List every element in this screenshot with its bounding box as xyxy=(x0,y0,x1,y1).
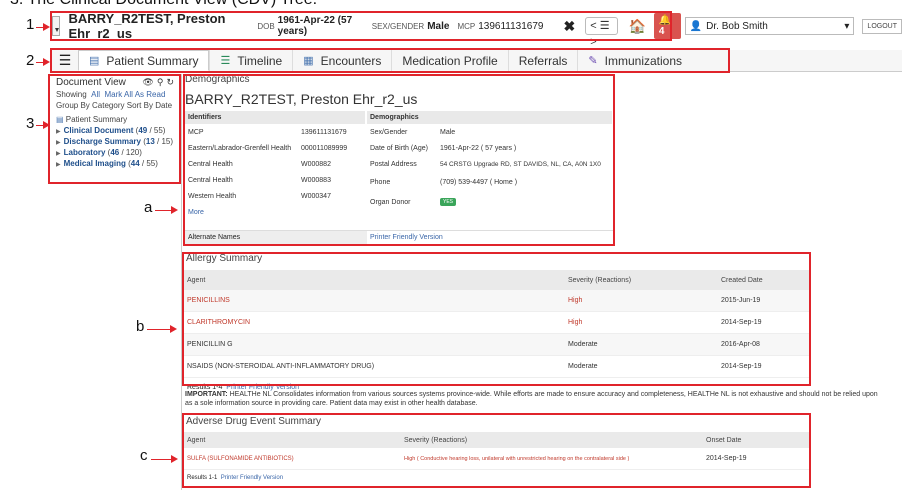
user-icon: 👤 xyxy=(689,20,703,32)
chevron-down-icon: ▾ xyxy=(844,20,850,32)
callout-2-arrow xyxy=(36,58,50,66)
annotation-box-c xyxy=(182,413,811,488)
user-name: Dr. Bob Smith xyxy=(706,20,768,32)
callout-1-arrow xyxy=(36,23,50,31)
annotation-box-3 xyxy=(48,74,181,184)
annotation-box-1 xyxy=(50,11,672,41)
annotation-box-b xyxy=(182,252,811,386)
important-notice: IMPORTANT: HEALTHe NL Consolidates infor… xyxy=(185,390,885,408)
figure-caption: 3. The Clinical Document View (CDV) Tree… xyxy=(10,0,317,9)
callout-1: 1 xyxy=(26,16,35,33)
callout-2: 2 xyxy=(26,52,35,69)
annotation-box-a xyxy=(183,74,615,246)
important-label: IMPORTANT: xyxy=(185,391,228,398)
user-dropdown[interactable]: 👤 Dr. Bob Smith ▾ xyxy=(684,17,855,35)
logout-button[interactable]: LOGOUT xyxy=(862,18,902,34)
main-content: Demographics BARRY_R2TEST, Preston Ehr_r… xyxy=(182,74,902,490)
annotation-box-2 xyxy=(50,48,730,73)
callout-3: 3 xyxy=(26,115,35,132)
important-text: HEALTHe NL Consolidates information from… xyxy=(185,391,878,407)
callout-3-arrow xyxy=(36,121,50,129)
